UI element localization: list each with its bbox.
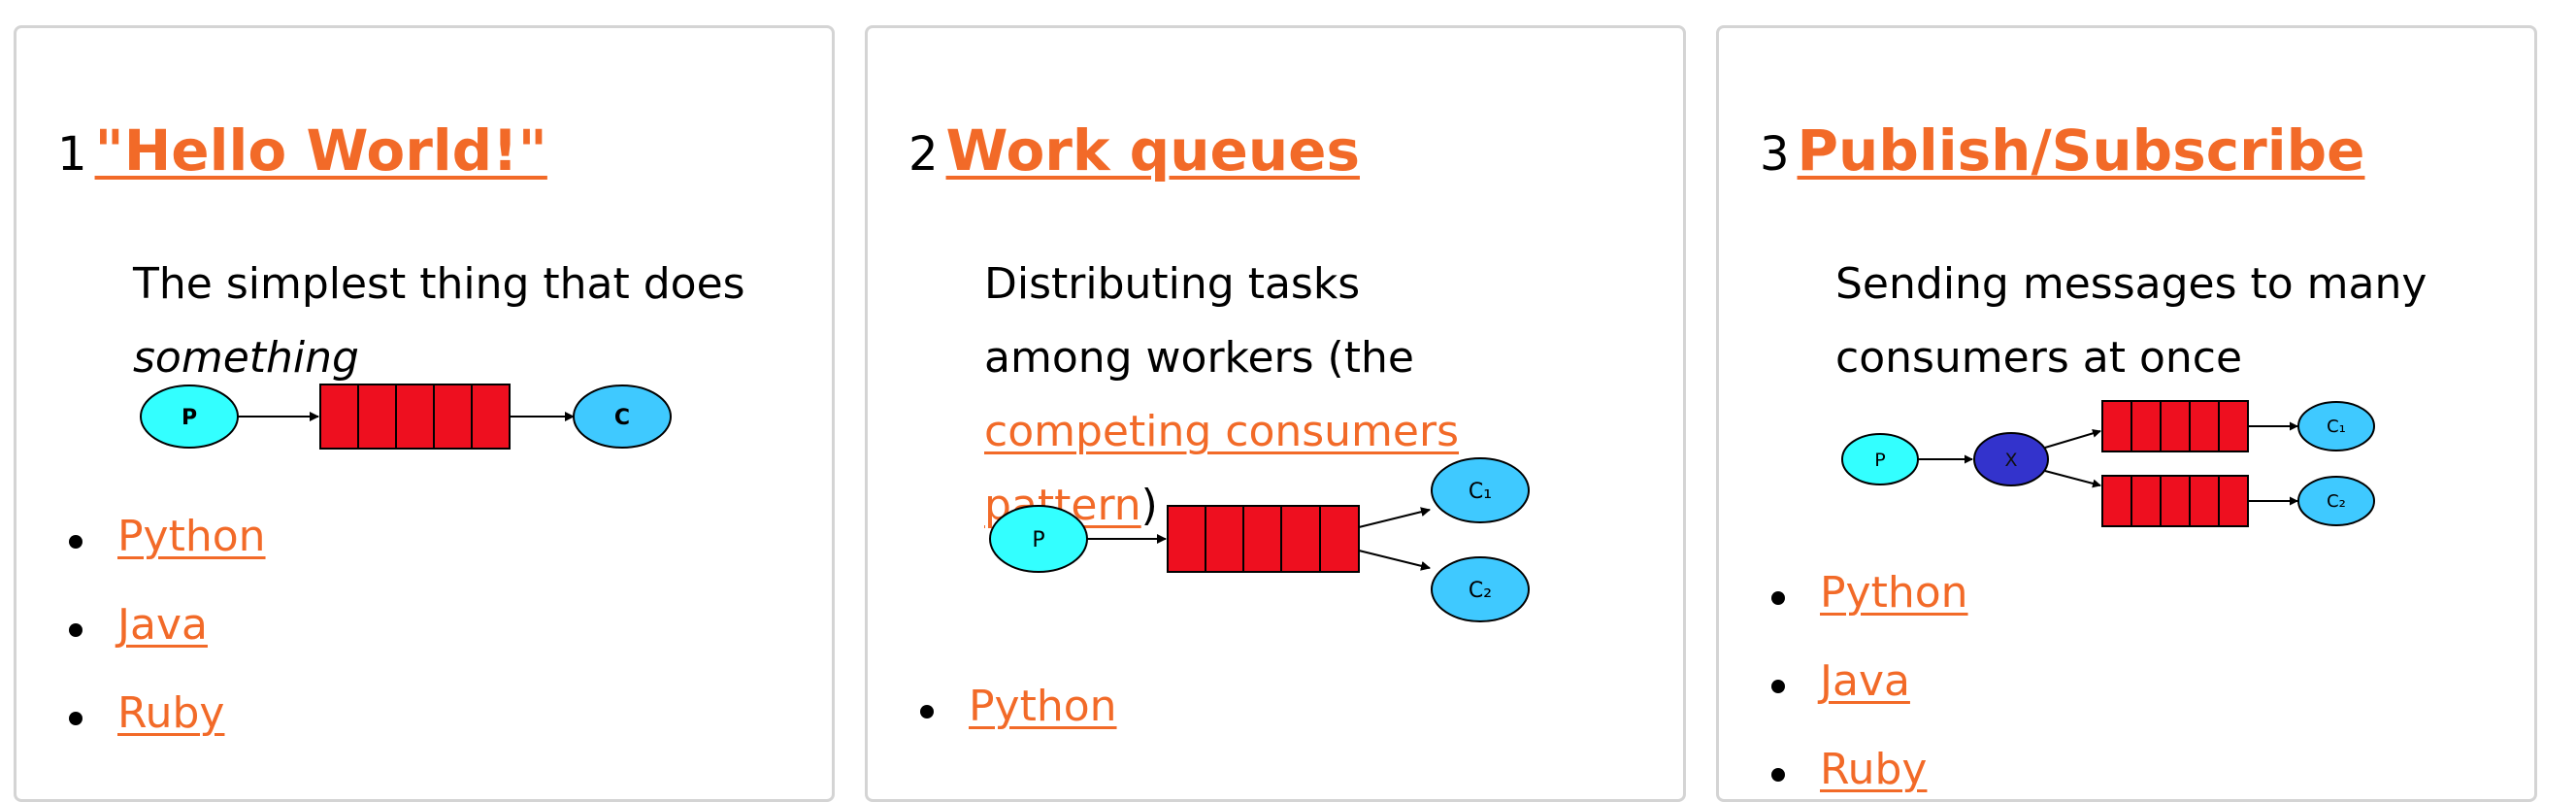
tutorial-number: 2 <box>908 127 939 182</box>
tutorial-card-hello-world: 1 "Hello World!" The simplest thing that … <box>14 25 835 802</box>
hello-world-diagram: P C <box>140 384 672 450</box>
tutorial-cards: 1 "Hello World!" The simplest thing that … <box>0 0 2576 802</box>
publish-subscribe-diagram: P X C₁ C₂ <box>1841 400 2375 527</box>
language-link-java[interactable]: Java <box>117 600 208 650</box>
tutorial-card-work-queues: 2 Work queues Distributing tasks among wo… <box>865 25 1686 802</box>
consumer-1-label: C₁ <box>2327 417 2346 437</box>
language-link-python[interactable]: Python <box>117 512 266 561</box>
arrow-exchange-queue-2 <box>2044 470 2101 488</box>
queue-2-shape <box>2101 475 2249 527</box>
language-link-ruby[interactable]: Ruby <box>117 688 224 738</box>
bullet <box>69 623 83 637</box>
consumer-2-label: C₂ <box>2327 491 2346 512</box>
tutorial-title-link[interactable]: Publish/Subscribe <box>1798 117 2365 184</box>
tutorial-description: Sending messages to many consumers at on… <box>1835 248 2437 395</box>
language-link-python[interactable]: Python <box>969 682 1117 731</box>
language-link-ruby[interactable]: Ruby <box>1820 745 1927 794</box>
description-text: Sending messages to many consumers at on… <box>1835 259 2427 383</box>
queue-1-shape <box>2101 400 2249 452</box>
arrow-exchange-queue-1 <box>2044 428 2101 449</box>
bullet <box>69 535 83 549</box>
tutorial-card-publish-subscribe: 3 Publish/Subscribe Sending messages to m… <box>1716 25 2537 802</box>
queue-shape <box>1167 505 1360 573</box>
description-text: The simplest thing that does <box>133 259 745 309</box>
language-link-python[interactable]: Python <box>1820 568 1968 618</box>
tutorial-number: 3 <box>1760 127 1790 182</box>
tutorial-number: 1 <box>57 127 87 182</box>
work-queues-diagram: P C₁ C₂ <box>989 457 1530 622</box>
consumer-2-label: C₂ <box>1469 579 1492 603</box>
bullet <box>69 712 83 725</box>
producer-label: P <box>182 406 197 430</box>
tutorial-heading: 2 Work queues <box>908 117 1360 184</box>
consumer-1-label: C₁ <box>1469 480 1492 504</box>
tutorial-heading: 1 "Hello World!" <box>57 117 547 184</box>
bullet <box>1771 591 1785 605</box>
queue-shape <box>319 384 511 450</box>
producer-label: P <box>1032 528 1044 552</box>
arrow-queue-consumer-2 <box>1358 550 1431 571</box>
language-link-java[interactable]: Java <box>1820 656 1910 706</box>
bullet <box>920 705 934 718</box>
bullet <box>1771 680 1785 693</box>
arrow-queue-consumer-1 <box>1358 507 1431 528</box>
bullet <box>1771 768 1785 782</box>
producer-label: P <box>1874 450 1885 471</box>
exchange-label: X <box>2004 450 2017 471</box>
tutorial-heading: 3 Publish/Subscribe <box>1760 117 2364 184</box>
consumer-label: C <box>614 406 630 430</box>
tutorial-title-link[interactable]: Work queues <box>946 117 1360 184</box>
description-text: Distributing tasks among workers (the <box>984 259 1414 383</box>
tutorial-title-link[interactable]: "Hello World!" <box>95 117 547 184</box>
